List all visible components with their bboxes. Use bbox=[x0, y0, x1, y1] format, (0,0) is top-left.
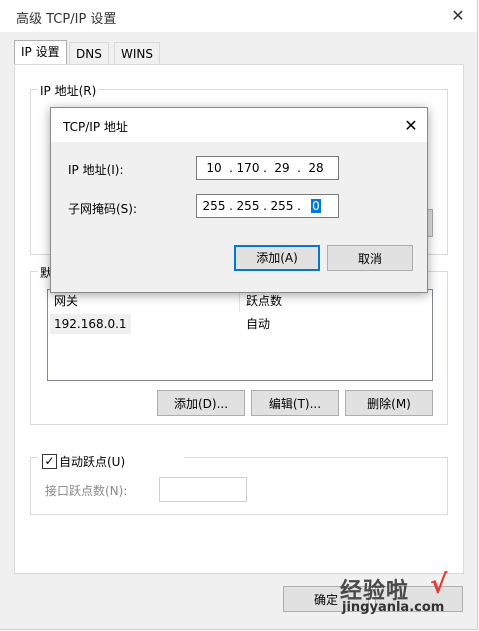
interface-metric-input[interactable] bbox=[159, 477, 247, 502]
mask-octet-4[interactable]: 0 bbox=[302, 195, 330, 217]
window-title: 高级 TCP/IP 设置 bbox=[16, 12, 117, 27]
dialog-titlebar: TCP/IP 地址 ✕ bbox=[51, 108, 427, 142]
tab-ip-settings[interactable]: IP 设置 bbox=[14, 40, 67, 65]
column-header-metric[interactable]: 跃点数 bbox=[240, 290, 432, 312]
auto-metric-label[interactable]: 自动跃点(U) bbox=[59, 453, 125, 470]
tab-dns[interactable]: DNS bbox=[69, 42, 109, 65]
auto-metric-checkbox[interactable]: ✓ bbox=[42, 454, 57, 469]
ip-octet-2[interactable]: 170 bbox=[234, 157, 262, 179]
tcpip-address-dialog: TCP/IP 地址 ✕ IP 地址(I): 10 . 170 . 29 . 28… bbox=[50, 107, 428, 293]
edit-gateway-button[interactable]: 编辑(T)... bbox=[251, 390, 339, 416]
add-gateway-button[interactable]: 添加(D)... bbox=[157, 390, 245, 416]
mask-octet-1[interactable]: 255 bbox=[200, 195, 228, 217]
advanced-tcpip-window: 高级 TCP/IP 设置 ✕ IP 设置 DNS WINS IP 地址(R) 默… bbox=[0, 0, 478, 630]
table-row[interactable]: 192.168.0.1 自动 bbox=[48, 314, 432, 334]
cancel-button[interactable]: 取消 bbox=[327, 245, 413, 271]
metric-cell: 自动 bbox=[246, 317, 271, 331]
subnet-mask-field[interactable]: 255 . 255 . 255 . 0 bbox=[196, 194, 339, 218]
selected-octet-text: 0 bbox=[311, 199, 321, 213]
tab-wins[interactable]: WINS bbox=[114, 42, 160, 65]
mask-octet-2[interactable]: 255 bbox=[234, 195, 262, 217]
interface-metric-label: 接口跃点数(N): bbox=[45, 484, 128, 498]
close-icon[interactable]: ✕ bbox=[401, 116, 421, 136]
ip-address-label: IP 地址(I): bbox=[68, 163, 124, 177]
mask-octet-3[interactable]: 255 bbox=[268, 195, 296, 217]
ip-address-group-label: IP 地址(R) bbox=[38, 82, 99, 99]
ip-octet-3[interactable]: 29 bbox=[268, 157, 296, 179]
ip-octet-1[interactable]: 10 bbox=[200, 157, 228, 179]
ip-address-field[interactable]: 10 . 170 . 29 . 28 bbox=[196, 156, 339, 180]
gateway-list[interactable]: 网关 跃点数 192.168.0.1 自动 bbox=[47, 289, 433, 381]
dialog-title: TCP/IP 地址 bbox=[63, 120, 128, 134]
delete-gateway-button[interactable]: 删除(M) bbox=[345, 390, 433, 416]
column-header-gateway[interactable]: 网关 bbox=[48, 290, 240, 312]
close-icon[interactable]: ✕ bbox=[446, 4, 470, 28]
watermark-check-icon: √ bbox=[430, 570, 448, 600]
add-address-button[interactable]: 添加(A) bbox=[234, 245, 320, 271]
window-titlebar: 高级 TCP/IP 设置 ✕ bbox=[0, 0, 477, 32]
watermark-url: jingyanla.com bbox=[342, 600, 445, 615]
subnet-mask-label: 子网掩码(S): bbox=[68, 202, 138, 216]
ip-octet-4[interactable]: 28 bbox=[302, 157, 330, 179]
gateway-cell: 192.168.0.1 bbox=[50, 314, 131, 334]
